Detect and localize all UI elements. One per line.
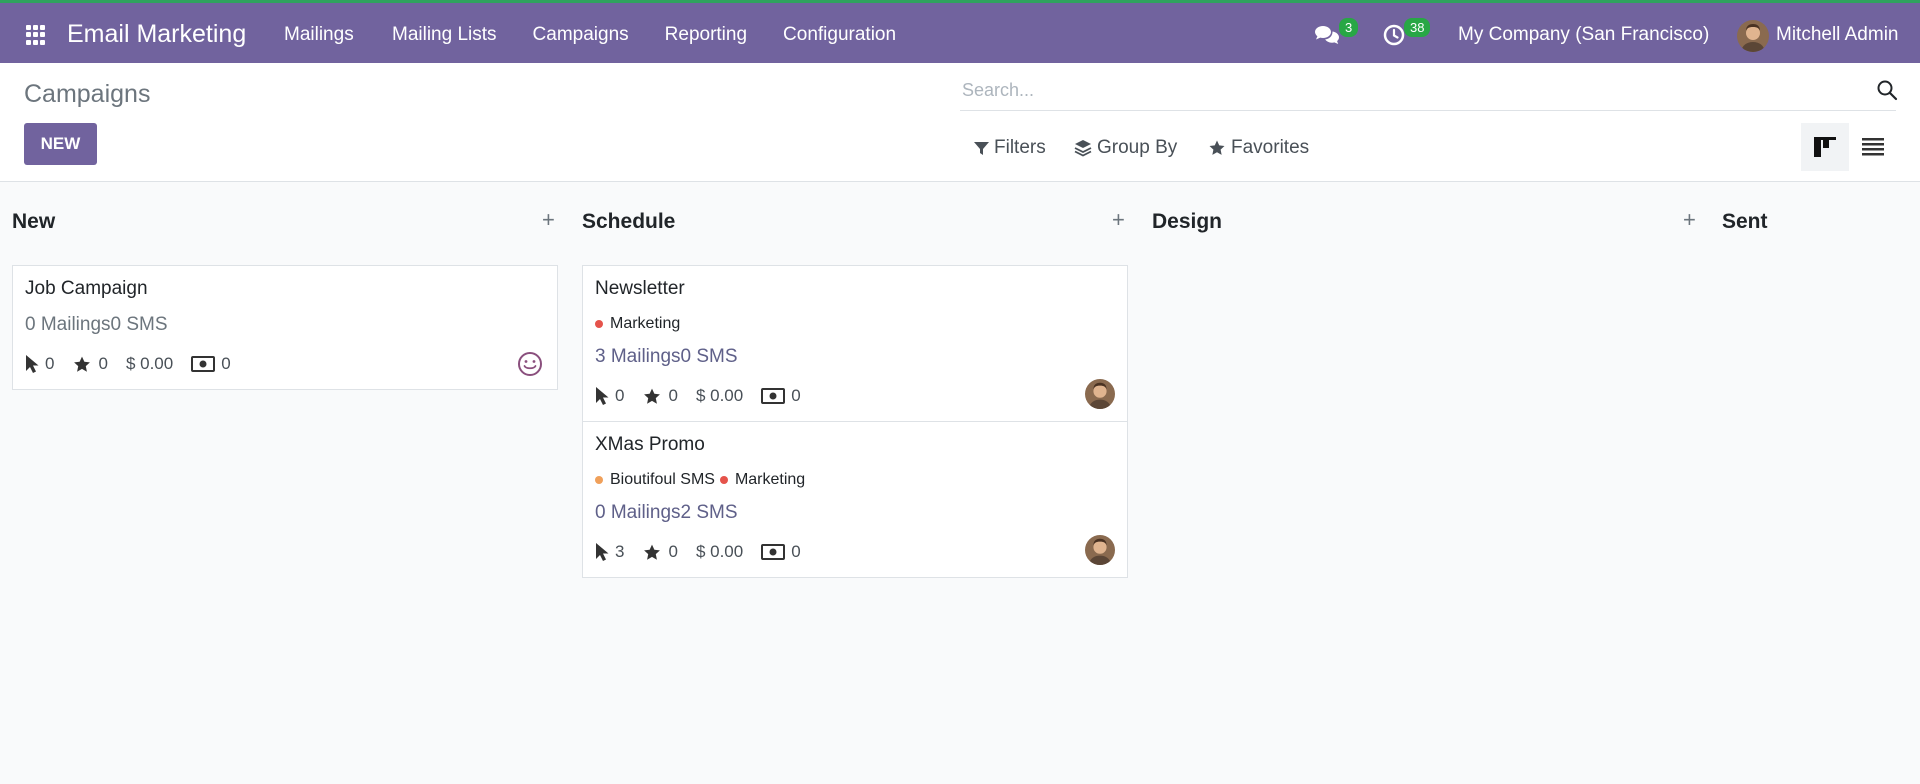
messages-count-badge: 3 [1339, 18, 1359, 37]
menu-item-configuration[interactable]: Configuration [783, 24, 896, 46]
filters-label: Filters [994, 137, 1046, 158]
search-bar [960, 71, 1898, 111]
star-icon [644, 388, 661, 404]
card-title: Newsletter [595, 278, 685, 299]
main-menu: Mailings Mailing Lists Campaigns Reporti… [284, 24, 932, 46]
filters-button[interactable]: Filters [974, 137, 1046, 159]
kanban-card-xmas-promo[interactable]: XMas Promo Bioutifoul SMS Marketing 0 Ma… [582, 421, 1128, 578]
company-switcher[interactable]: My Company (San Francisco) [1458, 24, 1709, 46]
page-title: Campaigns [24, 80, 151, 108]
kanban-view-button[interactable] [1801, 123, 1849, 171]
search-input[interactable] [962, 75, 1822, 105]
card-avatar[interactable] [1085, 535, 1115, 565]
group-by-button[interactable]: Group By [1074, 137, 1177, 159]
revenue-amount: $ 0.00 [695, 542, 744, 561]
new-button[interactable]: NEW [24, 123, 97, 165]
column-new-add-button[interactable]: + [542, 207, 555, 233]
card-avatar[interactable] [1085, 379, 1115, 409]
column-header-new: New [12, 210, 56, 233]
money-count: 0 [221, 354, 231, 373]
revenue-amount: $ 0.00 [695, 386, 744, 405]
card-title: XMas Promo [595, 434, 705, 455]
card-tags: Marketing [595, 315, 685, 333]
stars-count: 0 [98, 354, 108, 373]
user-name[interactable]: Mitchell Admin [1776, 24, 1899, 46]
menu-item-campaigns[interactable]: Campaigns [533, 24, 629, 46]
cursor-icon [596, 543, 609, 561]
card-stats: 0 0 $ 0.00 0 [25, 354, 249, 374]
clicks-count: 0 [45, 354, 55, 373]
card-mailing-counts: 0 Mailings0 SMS [25, 314, 168, 335]
kanban-card-job-campaign[interactable]: Job Campaign 0 Mailings0 SMS 0 0 $ 0.00 … [12, 265, 558, 390]
cursor-icon [26, 355, 39, 373]
money-icon [191, 356, 216, 372]
control-panel: Campaigns NEW Filters Group By Favorites [0, 63, 1920, 182]
column-schedule-add-button[interactable]: + [1112, 207, 1125, 233]
money-count: 0 [791, 542, 801, 561]
search-icon[interactable] [1876, 79, 1898, 101]
smiley-icon[interactable] [517, 351, 543, 377]
favorites-label: Favorites [1231, 137, 1310, 158]
apps-grid-icon[interactable] [26, 25, 46, 45]
kanban-icon [1814, 137, 1836, 157]
stars-count: 0 [668, 386, 678, 405]
column-header-schedule: Schedule [582, 210, 676, 233]
column-design-add-button[interactable]: + [1683, 207, 1696, 233]
clicks-count: 3 [615, 542, 625, 561]
layers-icon [1074, 140, 1092, 157]
card-title: Job Campaign [25, 278, 148, 299]
top-navbar: Email Marketing Mailings Mailing Lists C… [0, 3, 1920, 63]
activity-clock-icon[interactable] [1382, 23, 1406, 47]
tag-bioutifoul-sms: Bioutifoul SMS [595, 471, 715, 489]
menu-item-reporting[interactable]: Reporting [665, 24, 747, 46]
money-icon [761, 388, 786, 404]
column-header-design: Design [1152, 210, 1223, 233]
cursor-icon [596, 387, 609, 405]
star-icon [74, 356, 91, 372]
card-stats: 3 0 $ 0.00 0 [595, 542, 819, 562]
card-mailing-counts[interactable]: 3 Mailings0 SMS [595, 346, 738, 368]
list-view-button[interactable] [1849, 123, 1897, 171]
tag-marketing: Marketing [719, 471, 805, 489]
card-tags: Bioutifoul SMS Marketing [595, 471, 810, 489]
menu-item-mailings[interactable]: Mailings [284, 24, 356, 46]
money-count: 0 [791, 386, 801, 405]
app-title[interactable]: Email Marketing [67, 20, 246, 49]
clicks-count: 0 [615, 386, 625, 405]
filter-icon [974, 141, 989, 155]
money-icon [761, 544, 786, 560]
star-icon [644, 544, 661, 560]
list-icon [1862, 138, 1884, 156]
chat-icon[interactable] [1314, 24, 1340, 46]
group-by-label: Group By [1097, 137, 1178, 158]
card-mailing-counts[interactable]: 0 Mailings2 SMS [595, 502, 738, 524]
user-avatar[interactable] [1737, 20, 1769, 52]
favorites-button[interactable]: Favorites [1208, 137, 1309, 159]
column-header-sent: Sent [1722, 210, 1768, 233]
stars-count: 0 [668, 542, 678, 561]
kanban-card-newsletter[interactable]: Newsletter Marketing 3 Mailings0 SMS 0 0… [582, 265, 1128, 422]
menu-item-mailing-lists[interactable]: Mailing Lists [392, 24, 497, 46]
star-icon [1209, 140, 1225, 155]
card-stats: 0 0 $ 0.00 0 [595, 386, 819, 406]
activities-count-badge: 38 [1404, 18, 1431, 37]
revenue-amount: $ 0.00 [125, 354, 174, 373]
tag-marketing: Marketing [595, 315, 680, 333]
